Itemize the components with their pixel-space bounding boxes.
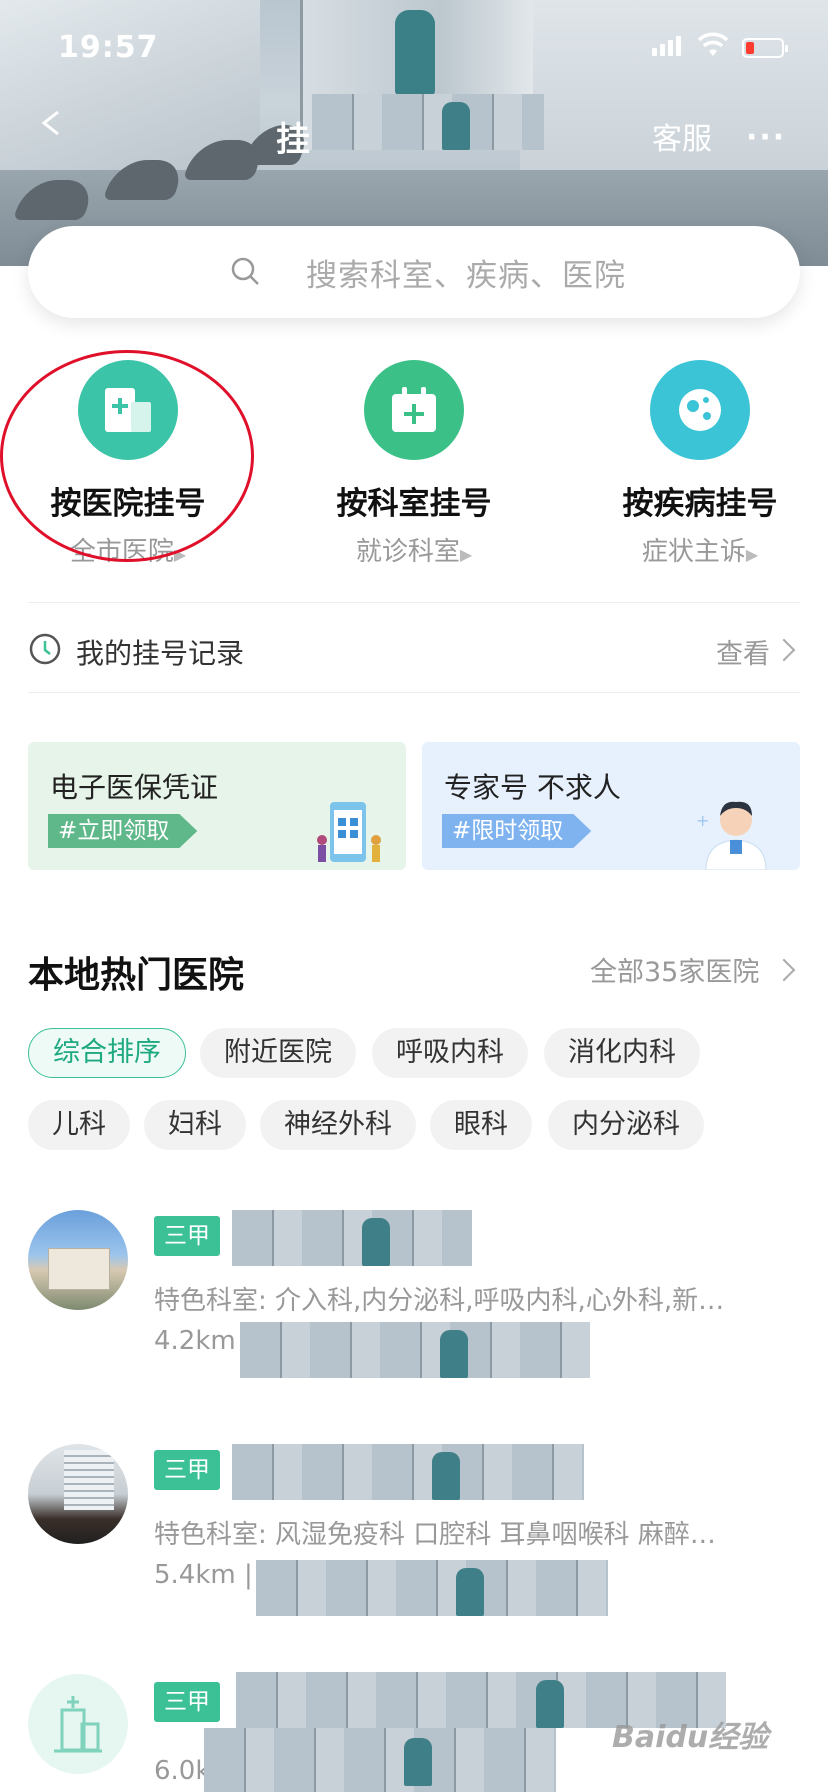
hospital-specialties: 特色科室: 介入科,内分泌科,呼吸内科,心外科,新… xyxy=(154,1286,725,1316)
hospital-distance: 4.2km xyxy=(154,1326,236,1356)
search-bar[interactable]: 搜索科室、疾病、医院 xyxy=(28,226,800,318)
filter-chip[interactable]: 眼科 xyxy=(430,1100,532,1150)
blurred-hospital-name xyxy=(232,1210,472,1266)
search-placeholder: 搜索科室、疾病、医院 xyxy=(306,258,626,294)
hospital-list-item[interactable]: 三甲 特色科室: 介入科,内分泌科,呼吸内科,心外科,新… 4.2km xyxy=(28,1210,800,1390)
hospital-distance: 5.4km | xyxy=(154,1560,253,1590)
record-label: 我的挂号记录 xyxy=(76,637,245,670)
filter-chip[interactable]: 内分泌科 xyxy=(548,1100,704,1150)
category-by-department[interactable]: 按科室挂号 就诊科室▶ xyxy=(284,360,544,568)
blurred-hospital-name xyxy=(232,1444,584,1500)
virus-icon xyxy=(650,360,750,460)
filter-chip[interactable]: 综合排序 xyxy=(28,1028,186,1078)
blurred-title xyxy=(312,94,544,150)
filter-chip[interactable]: 附近医院 xyxy=(200,1028,356,1078)
hospital-specialties: 特色科室: 风湿免疫科 口腔科 耳鼻咽喉科 麻醉… xyxy=(154,1520,716,1550)
banner-insurance-voucher[interactable]: 电子医保凭证 #立即领取 xyxy=(28,742,406,870)
blurred-hospital-address xyxy=(256,1560,608,1616)
filter-chip[interactable]: 神经外科 xyxy=(260,1100,416,1150)
customer-service-button[interactable]: 客服 xyxy=(652,114,712,158)
level-badge: 三甲 xyxy=(154,1216,220,1256)
banner-expert-appointment[interactable]: 专家号 不求人 #限时领取 + xyxy=(422,742,800,870)
category-by-disease[interactable]: 按疾病挂号 症状主诉▶ xyxy=(570,360,828,568)
blurred-hospital-address xyxy=(204,1728,556,1792)
divider xyxy=(28,692,800,693)
back-icon[interactable] xyxy=(38,110,64,136)
filter-chip[interactable]: 妇科 xyxy=(144,1100,246,1150)
section-title: 本地热门医院 xyxy=(28,955,245,996)
chevron-right-icon xyxy=(772,958,796,982)
calendar-plus-icon xyxy=(364,360,464,460)
wifi-icon xyxy=(698,32,728,56)
svg-text:+: + xyxy=(696,811,709,830)
page-title: 挂 xyxy=(276,120,310,160)
watermark: Baidu经验 xyxy=(612,1720,769,1755)
search-icon xyxy=(231,257,259,285)
all-hospitals-link[interactable]: 全部35家医院 xyxy=(590,950,759,989)
chevron-right-icon xyxy=(772,638,796,662)
registration-record-row[interactable]: 我的挂号记录 查看 xyxy=(28,628,800,670)
category-title: 按疾病挂号 xyxy=(622,486,778,522)
doctor-illustration-icon: + xyxy=(696,801,767,870)
filter-chip[interactable]: 消化内科 xyxy=(544,1028,700,1078)
status-time: 19:57 xyxy=(58,30,159,65)
category-subtitle: 就诊科室 xyxy=(355,537,460,567)
filter-chip[interactable]: 儿科 xyxy=(28,1100,130,1150)
signal-icon xyxy=(652,36,684,56)
battery-icon xyxy=(742,38,788,58)
hospital-avatar xyxy=(28,1210,128,1310)
category-title: 按科室挂号 xyxy=(336,486,492,522)
hospital-building-icon xyxy=(28,1674,128,1774)
banner-title: 电子医保凭证 xyxy=(50,771,219,804)
more-button[interactable]: ··· xyxy=(746,120,786,155)
record-view-link[interactable]: 查看 xyxy=(716,632,770,671)
banner-tag: #立即领取 xyxy=(48,814,198,848)
banner-title: 专家号 不求人 xyxy=(444,771,621,804)
category-subtitle: 症状主诉 xyxy=(641,537,746,567)
hospital-list-item[interactable]: 三甲 特色科室: 风湿免疫科 口腔科 耳鼻咽喉科 麻醉… 5.4km | xyxy=(28,1444,800,1624)
level-badge: 三甲 xyxy=(154,1450,220,1490)
level-badge: 三甲 xyxy=(154,1682,220,1722)
clock-icon xyxy=(29,633,61,665)
banner-tag: #限时领取 xyxy=(442,814,592,848)
divider xyxy=(28,602,800,603)
hospital-avatar xyxy=(28,1444,128,1544)
blurred-hospital-address xyxy=(240,1322,590,1378)
phone-qr-illustration-icon xyxy=(317,802,381,862)
hospital-distance: 6.0k xyxy=(154,1756,211,1786)
red-highlight-circle xyxy=(0,350,254,562)
filter-chip[interactable]: 呼吸内科 xyxy=(372,1028,528,1078)
